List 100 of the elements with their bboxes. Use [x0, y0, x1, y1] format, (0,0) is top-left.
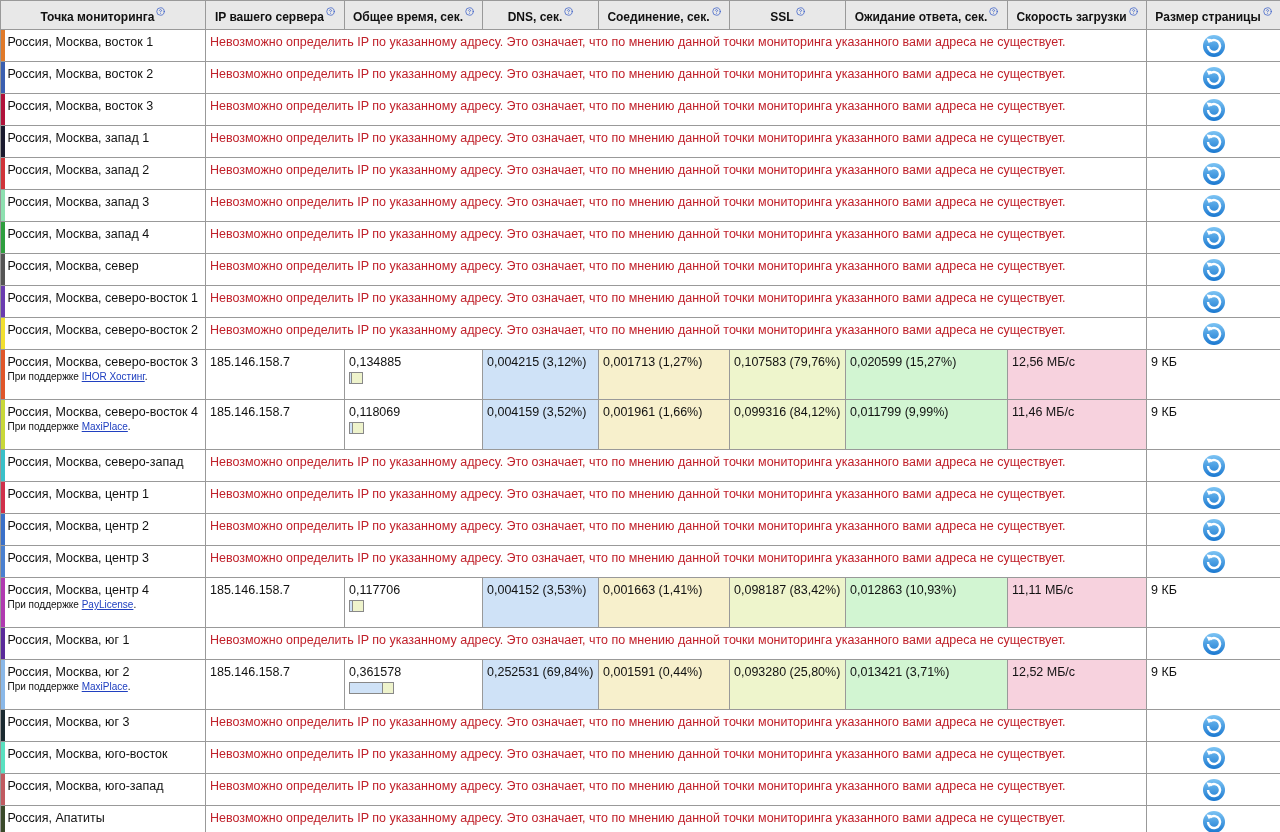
help-icon[interactable]	[711, 6, 721, 16]
error-message: Невозможно определить IP по указанному адресу. Это означает, что по мнению данной точки мониторинга указанного вами адреса не существует.	[210, 551, 1067, 565]
location-text: Россия, Москва, северо-восток 3	[7, 355, 199, 369]
error-message: Невозможно определить IP по указанному адресу. Это означает, что по мнению данной точки мониторинга указанного вами адреса не существует.	[210, 35, 1067, 49]
refresh-icon[interactable]	[1201, 66, 1226, 90]
help-icon[interactable]	[989, 6, 999, 16]
column-header: DNS, сек.	[507, 9, 563, 24]
location-text: Россия, Москва, северо-восток 2	[7, 323, 199, 337]
location-text: Россия, Москва, юго-восток	[7, 747, 169, 761]
refresh-icon[interactable]	[1201, 714, 1226, 738]
refresh-icon[interactable]	[1201, 194, 1226, 218]
size-value: 9 КБ	[1151, 355, 1178, 369]
error-message: Невозможно определить IP по указанному адресу. Это означает, что по мнению данной точки мониторинга указанного вами адреса не существует.	[210, 811, 1067, 825]
sponsor-note: При поддержке IHOR Хостинг.	[7, 371, 149, 382]
location-text: Россия, Москва, северо-запад	[7, 455, 185, 469]
help-icon[interactable]	[156, 6, 166, 16]
error-message: Невозможно определить IP по указанному адресу. Это означает, что по мнению данной точки мониторинга указанного вами адреса не существует.	[210, 259, 1067, 273]
dns-value: 0,004152 (3,53%)	[487, 583, 588, 597]
sponsor-link[interactable]: MaxiPlace	[81, 421, 128, 432]
column-header: Скорость загрузки	[1016, 9, 1127, 24]
refresh-icon[interactable]	[1201, 632, 1226, 656]
dns-value: 0,004159 (3,52%)	[487, 405, 588, 419]
refresh-icon[interactable]	[1201, 550, 1226, 574]
ip-text: 185.146.158.7	[210, 405, 291, 419]
ip-text: 185.146.158.7	[210, 355, 291, 369]
refresh-icon[interactable]	[1201, 518, 1226, 542]
error-message: Невозможно определить IP по указанному адресу. Это означает, что по мнению данной точки мониторинга указанного вами адреса не существует.	[210, 67, 1067, 81]
refresh-icon[interactable]	[1201, 746, 1226, 770]
speed-value: 11,11 МБ/с	[1012, 583, 1075, 597]
refresh-icon[interactable]	[1201, 486, 1226, 510]
refresh-icon[interactable]	[1201, 810, 1226, 832]
refresh-icon[interactable]	[1201, 778, 1226, 802]
ip-text: 185.146.158.7	[210, 665, 291, 679]
connect-value: 0,001713 (1,27%)	[603, 355, 704, 369]
dns-value: 0,252531 (69,84%)	[487, 665, 594, 679]
help-icon[interactable]	[795, 6, 805, 16]
location-text: Россия, Москва, юг 1	[7, 633, 131, 647]
refresh-icon[interactable]	[1201, 290, 1226, 314]
speed-value: 12,52 МБ/с	[1012, 665, 1077, 679]
sponsor-link[interactable]: MaxiPlace	[81, 681, 128, 692]
wait-value: 0,020599 (15,27%)	[850, 355, 958, 369]
help-icon[interactable]	[1128, 6, 1138, 16]
column-header: Точка мониторинга	[40, 9, 155, 24]
column-header: Общее время, сек.	[353, 9, 463, 24]
help-icon[interactable]	[326, 6, 336, 16]
wait-value: 0,013421 (3,71%)	[850, 665, 951, 679]
refresh-icon[interactable]	[1201, 162, 1226, 186]
help-icon[interactable]	[564, 6, 574, 16]
location-text: Россия, Москва, центр 4	[7, 583, 151, 597]
sponsor-link[interactable]: IHOR Хостинг	[81, 371, 145, 382]
location-text: Россия, Москва, центр 1	[7, 487, 151, 501]
size-value: 9 КБ	[1151, 583, 1178, 597]
location-text: Россия, Москва, восток 1	[7, 35, 155, 49]
help-icon[interactable]	[465, 6, 474, 16]
location-text: Россия, Москва, северо-восток 4	[7, 405, 199, 419]
location-text: Россия, Москва, юго-запад	[7, 779, 165, 793]
error-message: Невозможно определить IP по указанному адресу. Это означает, что по мнению данной точки мониторинга указанного вами адреса не существует.	[210, 455, 1067, 469]
column-header: Ожидание ответа, сек.	[854, 9, 988, 24]
refresh-icon[interactable]	[1201, 130, 1226, 154]
error-message: Невозможно определить IP по указанному адресу. Это означает, что по мнению данной точки мониторинга указанного вами адреса не существует.	[210, 195, 1067, 209]
location-text: Россия, Москва, восток 2	[7, 67, 155, 81]
error-message: Невозможно определить IP по указанному адресу. Это означает, что по мнению данной точки мониторинга указанного вами адреса не существует.	[210, 227, 1067, 241]
location-text: Россия, Москва, северо-восток 1	[7, 291, 199, 305]
error-message: Невозможно определить IP по указанному адресу. Это означает, что по мнению данной точки мониторинга указанного вами адреса не существует.	[210, 519, 1067, 533]
ssl-value: 0,098187 (83,42%)	[734, 583, 841, 597]
location-text: Россия, Москва, запад 4	[7, 227, 151, 241]
refresh-icon[interactable]	[1201, 454, 1226, 478]
refresh-icon[interactable]	[1201, 98, 1226, 122]
error-message: Невозможно определить IP по указанному адресу. Это означает, что по мнению данной точки мониторинга указанного вами адреса не существует.	[210, 779, 1067, 793]
location-text: Россия, Москва, юг 3	[7, 715, 131, 729]
error-message: Невозможно определить IP по указанному адресу. Это означает, что по мнению данной точки мониторинга указанного вами адреса не существует.	[210, 715, 1067, 729]
ssl-value: 0,107583 (79,76%)	[734, 355, 841, 369]
connect-value: 0,001663 (1,41%)	[603, 583, 704, 597]
refresh-icon[interactable]	[1201, 34, 1226, 58]
error-message: Невозможно определить IP по указанному адресу. Это означает, что по мнению данной точки мониторинга указанного вами адреса не существует.	[210, 487, 1067, 501]
location-text: Россия, Москва, центр 2	[7, 519, 151, 533]
speed-value: 11,46 МБ/с	[1012, 405, 1076, 419]
total-time-text: 0,117706	[349, 583, 402, 597]
error-message: Невозможно определить IP по указанному адресу. Это означает, что по мнению данной точки мониторинга указанного вами адреса не существует.	[210, 131, 1067, 145]
refresh-icon[interactable]	[1201, 226, 1226, 250]
total-time-text: 0,361578	[349, 665, 403, 679]
sponsor-note: При поддержке MaxiPlace.	[7, 421, 132, 432]
refresh-icon[interactable]	[1201, 322, 1226, 346]
error-message: Невозможно определить IP по указанному адресу. Это означает, что по мнению данной точки мониторинга указанного вами адреса не существует.	[210, 633, 1067, 647]
error-message: Невозможно определить IP по указанному адресу. Это означает, что по мнению данной точки мониторинга указанного вами адреса не существует.	[210, 323, 1067, 337]
ssl-value: 0,099316 (84,12%)	[734, 405, 841, 419]
location-text: Россия, Апатиты	[7, 811, 106, 825]
help-icon[interactable]	[1262, 6, 1272, 16]
location-text: Россия, Москва, запад 2	[7, 163, 151, 177]
connect-value: 0,001591 (0,44%)	[603, 665, 704, 679]
sponsor-note: При поддержке MaxiPlace.	[7, 681, 132, 692]
refresh-icon[interactable]	[1201, 258, 1226, 282]
location-text: Россия, Москва, юг 2	[7, 665, 131, 679]
size-value: 9 КБ	[1151, 665, 1178, 679]
error-message: Невозможно определить IP по указанному адресу. Это означает, что по мнению данной точки мониторинга указанного вами адреса не существует.	[210, 163, 1067, 177]
location-text: Россия, Москва, центр 3	[7, 551, 151, 565]
connect-value: 0,001961 (1,66%)	[603, 405, 704, 419]
dns-value: 0,004215 (3,12%)	[487, 355, 588, 369]
error-message: Невозможно определить IP по указанному адресу. Это означает, что по мнению данной точки мониторинга указанного вами адреса не существует.	[210, 99, 1067, 113]
wait-value: 0,012863 (10,93%)	[850, 583, 958, 597]
